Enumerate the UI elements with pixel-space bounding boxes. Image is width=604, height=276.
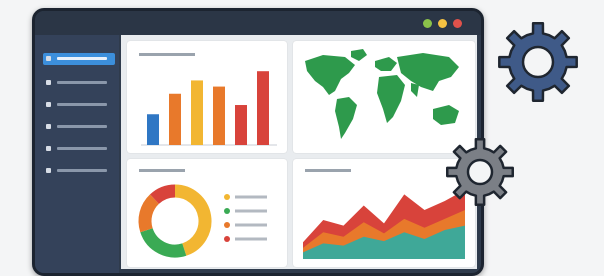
bar	[235, 105, 247, 145]
australia-shape	[433, 105, 459, 125]
nav-bullet-icon	[46, 80, 51, 85]
bar-chart-panel	[127, 41, 287, 153]
close-dot[interactable]	[453, 19, 462, 28]
bar	[169, 93, 181, 145]
bar	[257, 71, 269, 145]
nav-bullet-icon	[46, 56, 51, 61]
nav-label-placeholder	[57, 81, 107, 84]
dashboard-window	[32, 8, 484, 276]
greenland-shape	[351, 49, 367, 61]
window-titlebar	[35, 11, 481, 35]
gear-hole	[466, 158, 494, 186]
panel-title-placeholder	[305, 169, 351, 172]
donut-slice	[150, 184, 176, 205]
bar-chart	[139, 53, 277, 146]
donut-slice	[174, 184, 212, 256]
legend-label-placeholder	[235, 223, 267, 227]
sidebar-item-3[interactable]	[43, 99, 115, 111]
europe-shape	[375, 57, 397, 71]
nav-label-placeholder	[57, 147, 107, 150]
legend-label-placeholder	[235, 237, 267, 241]
donut-slice	[138, 194, 160, 233]
nav-bullet-icon	[46, 146, 51, 151]
bar	[147, 114, 159, 145]
gear-hole	[521, 45, 555, 79]
donut-slice	[140, 227, 187, 258]
panel-title-placeholder	[139, 53, 195, 56]
nav-bullet-icon	[46, 124, 51, 129]
india-shape	[411, 83, 419, 97]
nav-label-placeholder	[57, 103, 107, 106]
legend-marker	[224, 236, 230, 242]
sidebar-item-5[interactable]	[43, 143, 115, 155]
panel-title-placeholder	[139, 169, 185, 172]
asia-shape	[397, 53, 459, 91]
north-america-shape	[305, 55, 355, 95]
large-gear-icon	[498, 22, 578, 102]
south-america-shape	[335, 97, 357, 139]
nav-label-placeholder	[57, 57, 107, 60]
small-gear-icon	[446, 138, 514, 206]
bar	[191, 80, 203, 145]
sidebar-item-6[interactable]	[43, 165, 115, 177]
maximize-dot[interactable]	[438, 19, 447, 28]
legend-marker	[224, 194, 230, 200]
donut-chart	[138, 169, 267, 258]
dashboard-content	[121, 35, 477, 269]
nav-label-placeholder	[57, 169, 107, 172]
bar	[213, 86, 225, 145]
nav-bullet-icon	[46, 102, 51, 107]
sidebar-item-1[interactable]	[43, 53, 115, 65]
legend-label-placeholder	[235, 209, 267, 213]
sidebar	[35, 35, 119, 273]
minimize-dot[interactable]	[423, 19, 432, 28]
sidebar-item-2[interactable]	[43, 77, 115, 89]
legend-label-placeholder	[235, 195, 267, 199]
donut-chart-panel	[127, 159, 287, 267]
nav-label-placeholder	[57, 125, 107, 128]
legend-marker	[224, 208, 230, 214]
sidebar-item-4[interactable]	[43, 121, 115, 133]
nav-bullet-icon	[46, 168, 51, 173]
legend-marker	[224, 222, 230, 228]
africa-shape	[377, 75, 405, 123]
